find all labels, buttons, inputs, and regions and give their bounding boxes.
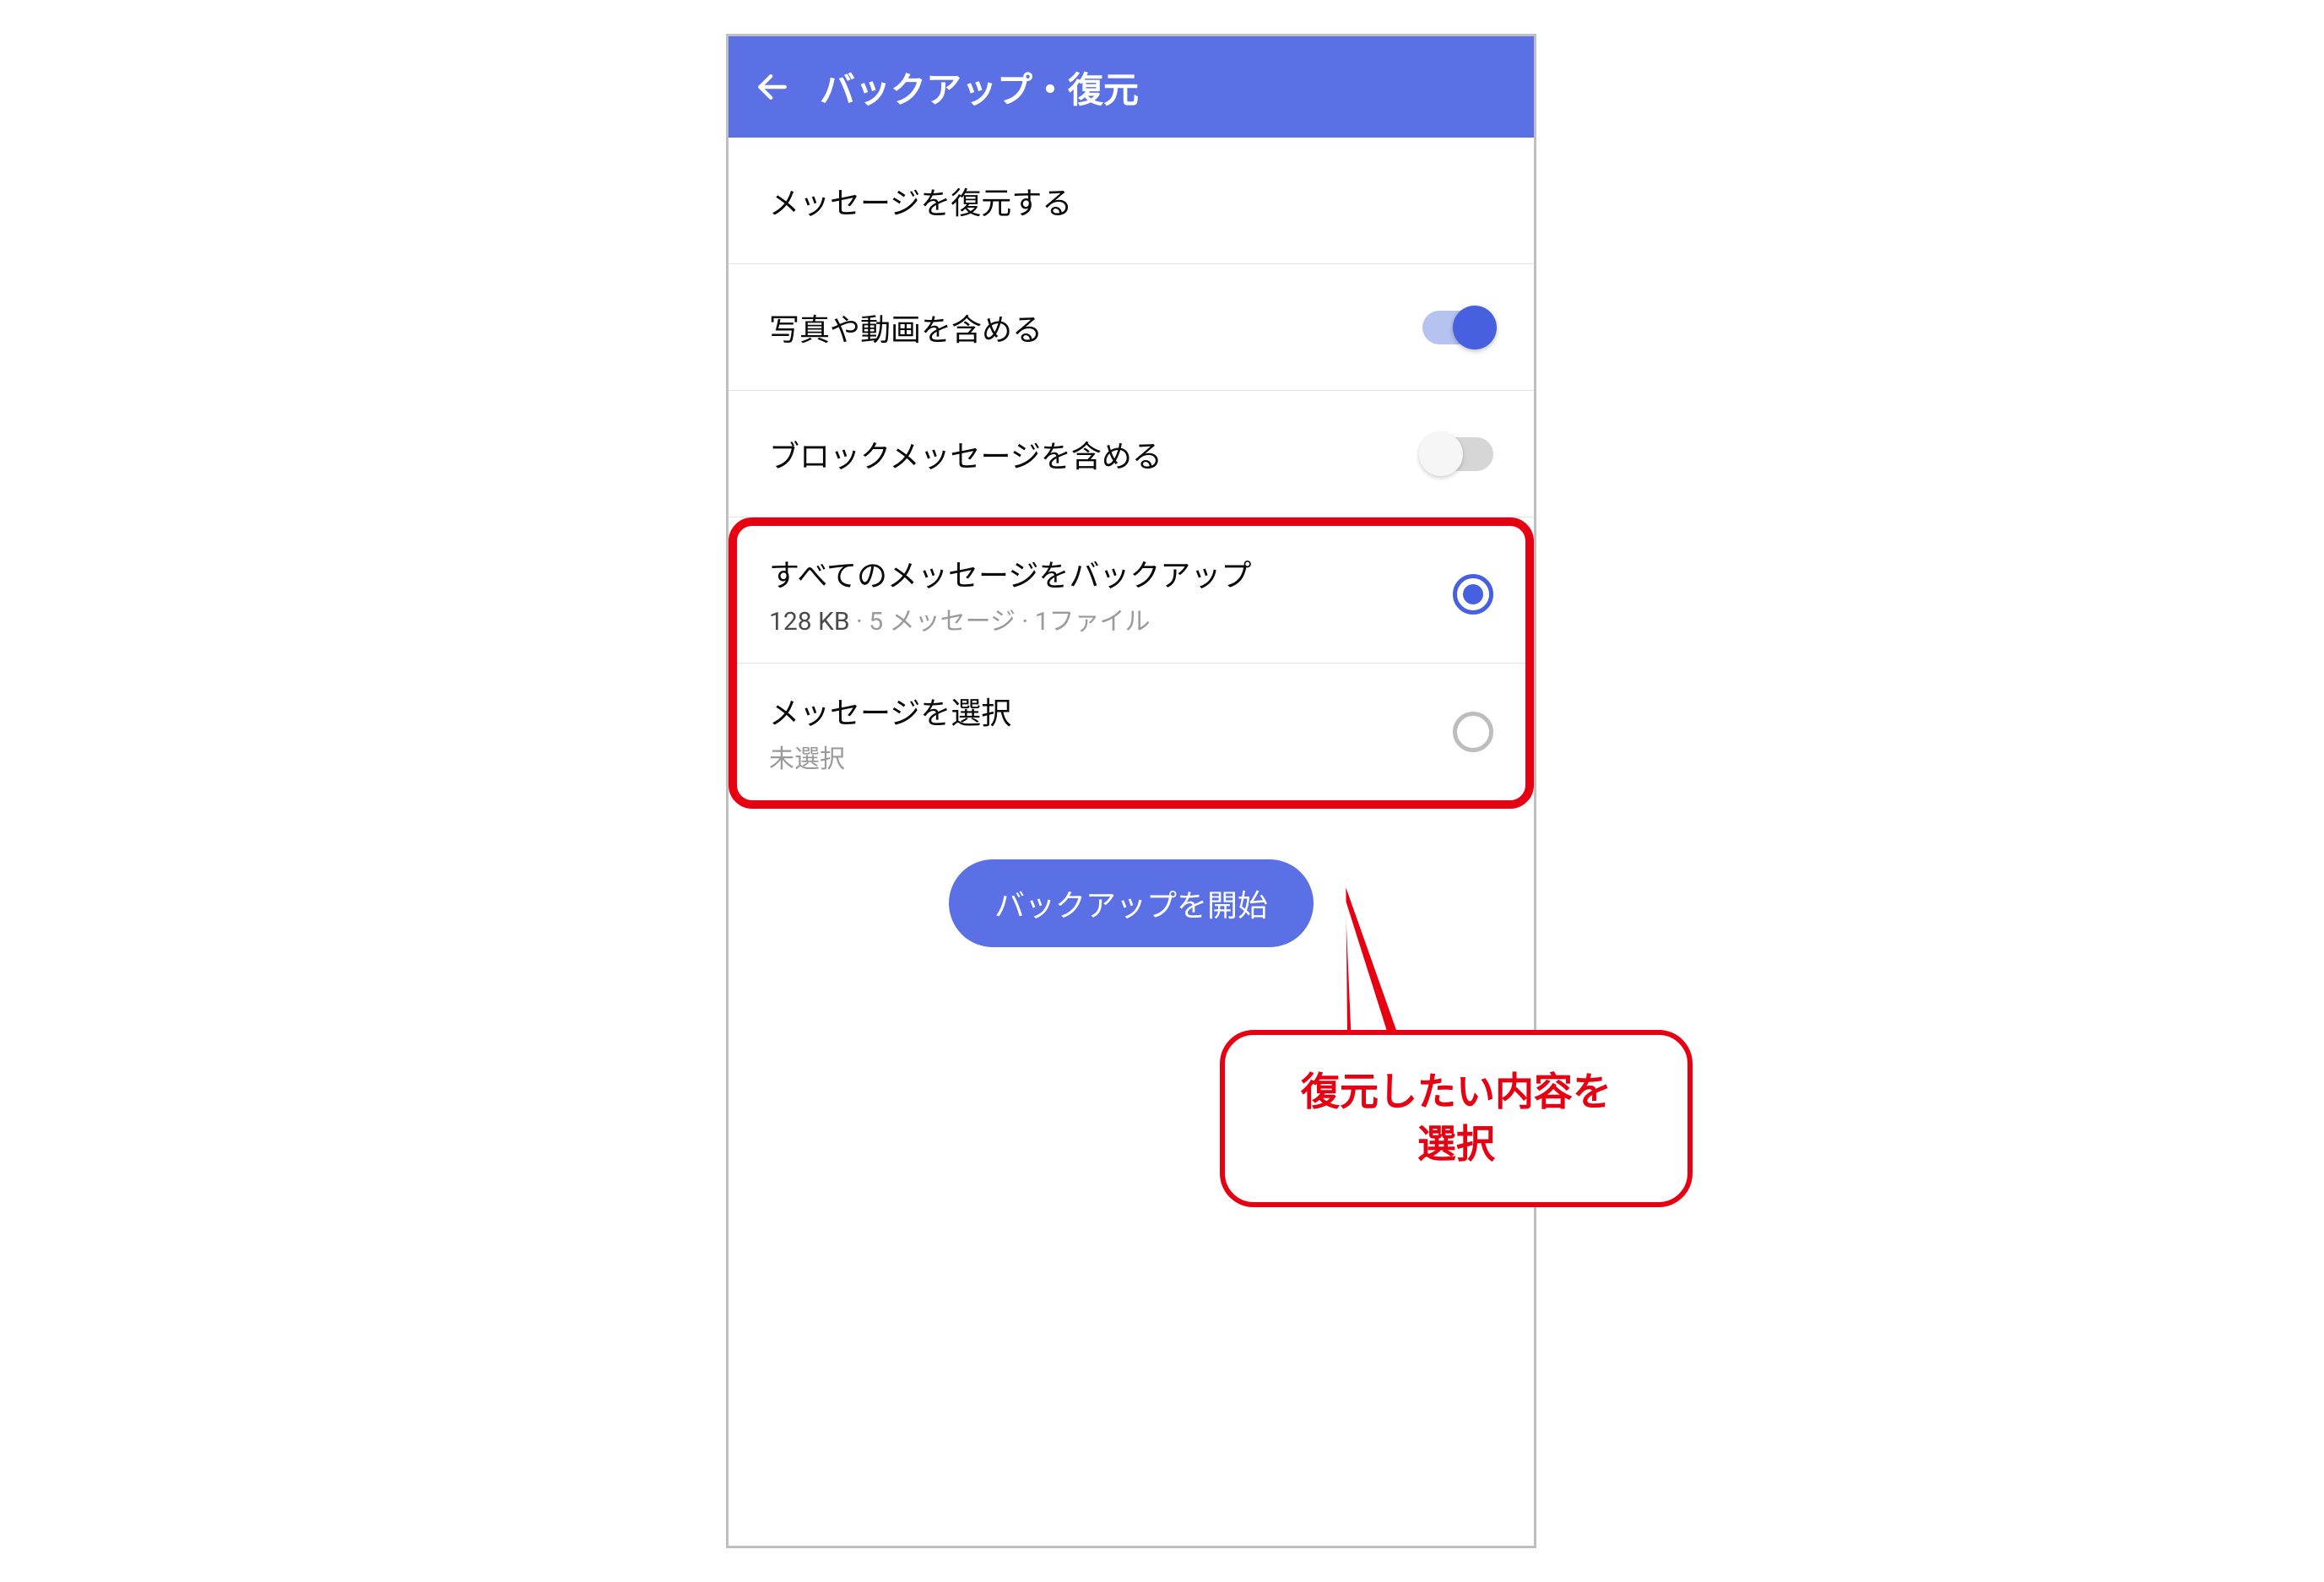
callout-text: 復元したい内容を 選択 — [1301, 1066, 1612, 1171]
topbar: バックアップ・復元 — [729, 36, 1534, 138]
radio-sub: 128 KB · 5 メッセージ · 1ファイル — [769, 600, 1251, 637]
radio-backup-all[interactable]: すべてのメッセージをバックアップ 128 KB · 5 メッセージ · 1ファイ… — [737, 526, 1525, 663]
toggle-include-media[interactable] — [1422, 311, 1493, 344]
row-restore-messages[interactable]: メッセージを復元する — [729, 138, 1534, 264]
radio-indicator-unselected[interactable] — [1453, 712, 1493, 752]
radio-indicator-selected[interactable] — [1453, 574, 1493, 615]
row-label: メッセージを復元する — [769, 179, 1072, 223]
start-backup-button[interactable]: バックアップを開始 — [949, 859, 1314, 947]
annotation-callout: 復元したい内容を 選択 — [1220, 1030, 1693, 1207]
back-arrow-icon[interactable] — [754, 68, 791, 106]
row-include-media[interactable]: 写真や動画を含める — [729, 264, 1534, 391]
radio-dot-icon — [1463, 584, 1483, 604]
toggle-include-blocked[interactable] — [1422, 437, 1493, 471]
page-title: バックアップ・復元 — [820, 62, 1139, 113]
row-label: 写真や動画を含める — [769, 306, 1043, 349]
row-include-blocked[interactable]: ブロックメッセージを含める — [729, 391, 1534, 517]
radio-label: すべてのメッセージをバックアップ — [769, 551, 1251, 595]
radio-sub: 未選択 — [769, 738, 1011, 775]
radio-select-messages[interactable]: メッセージを選択 未選択 — [737, 663, 1525, 800]
cta-row: バックアップを開始 — [729, 809, 1534, 947]
toggle-knob — [1419, 432, 1463, 476]
phone-frame: バックアップ・復元 メッセージを復元する 写真や動画を含める ブロックメッセージ… — [726, 34, 1536, 1548]
radio-label: メッセージを選択 — [769, 689, 1011, 733]
highlight-radio-section: すべてのメッセージをバックアップ 128 KB · 5 メッセージ · 1ファイ… — [729, 517, 1534, 809]
row-label: ブロックメッセージを含める — [769, 432, 1162, 476]
toggle-knob — [1453, 306, 1497, 349]
